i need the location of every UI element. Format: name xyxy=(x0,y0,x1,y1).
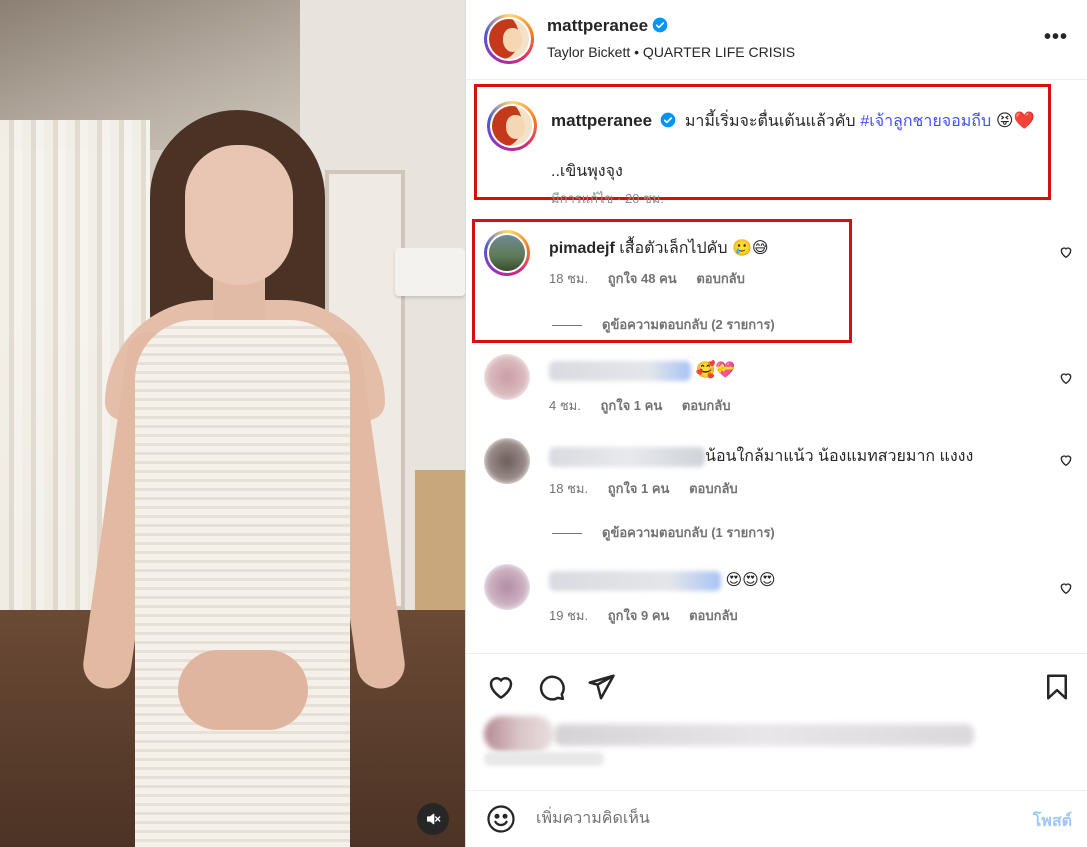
comment-like-heart-icon[interactable] xyxy=(1058,244,1074,260)
verified-badge-icon xyxy=(652,17,668,33)
comment-like-heart-icon[interactable] xyxy=(1058,580,1074,596)
emoji-icon[interactable] xyxy=(486,804,516,834)
bookmark-icon[interactable] xyxy=(1042,672,1072,702)
comment-meta: 19 ชม. ถูกใจ 9 คน ตอบกลับ xyxy=(549,605,754,626)
view-replies-button[interactable]: ดูข้อความตอบกลับ (1 รายการ) xyxy=(552,522,775,543)
video-person-face xyxy=(185,145,293,285)
video-person-hands xyxy=(178,650,308,730)
comment-item: น้อนใกล้มาแน้ว น้องแมทสวยมาก แงงง 18 ชม.… xyxy=(466,434,1087,544)
post-comment-button[interactable]: โพสต์ xyxy=(1033,809,1072,834)
comment-time: 18 ชม. xyxy=(549,271,589,286)
caption-second-line: ..เขินพุงจุง xyxy=(551,163,623,180)
comment-text: น้อนใกล้มาแน้ว น้องแมทสวยมาก แงงง xyxy=(705,448,974,465)
add-comment-bar: โพสต์ xyxy=(466,790,1087,847)
comment-time: 4 ชม. xyxy=(549,398,581,413)
view-replies-label: ดูข้อความตอบกลับ (2 รายการ) xyxy=(602,317,775,332)
post-media-video[interactable] xyxy=(0,0,465,847)
commenter-avatar[interactable] xyxy=(484,354,530,400)
comment-reply-button[interactable]: ตอบกลับ xyxy=(689,608,738,623)
comment-meta: 4 ชม. ถูกใจ 1 คน ตอบกลับ xyxy=(549,395,746,416)
likes-summary-redacted xyxy=(484,708,1004,780)
view-replies-label: ดูข้อความตอบกลับ (1 รายการ) xyxy=(602,525,775,540)
comment-username-redacted[interactable] xyxy=(549,570,721,591)
author-avatar[interactable] xyxy=(484,14,534,64)
speaker-muted-icon xyxy=(427,813,441,825)
more-horizontal-icon: ••• xyxy=(1043,26,1068,48)
more-options-button[interactable]: ••• xyxy=(1044,26,1068,49)
caption-text: มามี้เริ่มจะตื่นเต้นแล้วคับ xyxy=(684,113,856,130)
liked-by-text xyxy=(554,724,974,746)
video-scene-air-conditioner xyxy=(395,248,465,296)
video-person-dress xyxy=(135,320,350,847)
caption-author-avatar[interactable] xyxy=(487,101,537,151)
comment-text: 🥰💝 xyxy=(695,362,736,379)
heart-icon[interactable] xyxy=(486,672,516,702)
comment-meta: 18 ชม. ถูกใจ 1 คน ตอบกลับ xyxy=(549,478,754,499)
add-comment-input[interactable] xyxy=(536,805,1006,833)
comment-likes-link[interactable]: ถูกใจ 1 คน xyxy=(600,398,662,413)
comments-scroll-area[interactable]: mattperanee มามี้เริ่มจะตื่นเต้นแล้วคับ … xyxy=(466,80,1087,653)
mute-toggle-button[interactable] xyxy=(417,803,449,835)
comment-line: 🥰💝 xyxy=(549,360,735,381)
commenter-avatar[interactable] xyxy=(484,438,530,484)
comment-icon[interactable] xyxy=(536,672,566,702)
view-replies-button[interactable]: ดูข้อความตอบกลับ (2 รายการ) xyxy=(552,314,775,335)
caption-emojis: 😝❤️ xyxy=(995,111,1035,130)
comment-line: น้อนใกล้มาแน้ว น้องแมทสวยมาก แงงง xyxy=(549,444,973,469)
author-username-link[interactable]: mattperanee xyxy=(547,16,668,36)
comment-like-heart-icon[interactable] xyxy=(1058,452,1074,468)
post-date xyxy=(484,752,604,766)
liked-by-avatars xyxy=(484,716,554,752)
comment-likes-link[interactable]: ถูกใจ 9 คน xyxy=(608,608,670,623)
comment-username-redacted[interactable] xyxy=(549,360,691,381)
verified-badge-icon xyxy=(660,112,676,128)
comment-line: 😍😍😍 xyxy=(549,570,776,591)
commenter-avatar[interactable] xyxy=(484,230,530,276)
comment-username[interactable]: pimadejf xyxy=(549,240,615,257)
comment-line: pimadejf เสื้อตัวเล็กไปคับ 🥲😅 xyxy=(549,236,769,261)
send-icon[interactable] xyxy=(586,672,616,702)
comment-time: 18 ชม. xyxy=(549,481,589,496)
comment-item: pimadejf เสื้อตัวเล็กไปคับ 🥲😅 18 ชม. ถูก… xyxy=(466,228,1087,338)
comment-item: 🥰💝 4 ชม. ถูกใจ 1 คน ตอบกลับ xyxy=(466,350,1087,420)
commenter-avatar[interactable] xyxy=(484,564,530,610)
comment-text: เสื้อตัวเล็กไปคับ 🥲😅 xyxy=(619,240,769,257)
caption-first-line: mattperanee มามี้เริ่มจะตื่นเต้นแล้วคับ … xyxy=(551,109,1035,134)
comment-meta: 18 ชม. ถูกใจ 48 คน ตอบกลับ xyxy=(549,268,761,289)
comment-reply-button[interactable]: ตอบกลับ xyxy=(696,271,745,286)
post-caption: mattperanee มามี้เริ่มจะตื่นเต้นแล้วคับ … xyxy=(474,84,1051,206)
comment-username-redacted[interactable] xyxy=(549,446,705,467)
caption-hashtag-link[interactable]: #เจ้าลูกชายจอมถีบ xyxy=(860,113,991,130)
comment-reply-button[interactable]: ตอบกลับ xyxy=(682,398,731,413)
comment-item: 😍😍😍 19 ชม. ถูกใจ 9 คน ตอบกลับ xyxy=(466,560,1087,650)
post-header: mattperanee Taylor Bickett • QUARTER LIF… xyxy=(466,0,1087,80)
video-scene-shelf xyxy=(415,470,465,620)
comment-like-heart-icon[interactable] xyxy=(1058,370,1074,386)
caption-username[interactable]: mattperanee xyxy=(551,111,652,130)
post-details-panel: mattperanee Taylor Bickett • QUARTER LIF… xyxy=(465,0,1087,847)
audio-track-link[interactable]: Taylor Bickett • QUARTER LIFE CRISIS xyxy=(547,44,795,60)
post-action-bar xyxy=(466,653,1087,715)
comment-reply-button[interactable]: ตอบกลับ xyxy=(689,481,738,496)
comment-time: 19 ชม. xyxy=(549,608,589,623)
comment-text: 😍😍😍 xyxy=(725,572,776,589)
caption-edited-time: มีการแก้ไข · 20 ชม. xyxy=(551,191,665,206)
author-username[interactable]: mattperanee xyxy=(547,16,648,35)
comment-likes-link[interactable]: ถูกใจ 48 คน xyxy=(608,271,677,286)
comment-likes-link[interactable]: ถูกใจ 1 คน xyxy=(608,481,670,496)
